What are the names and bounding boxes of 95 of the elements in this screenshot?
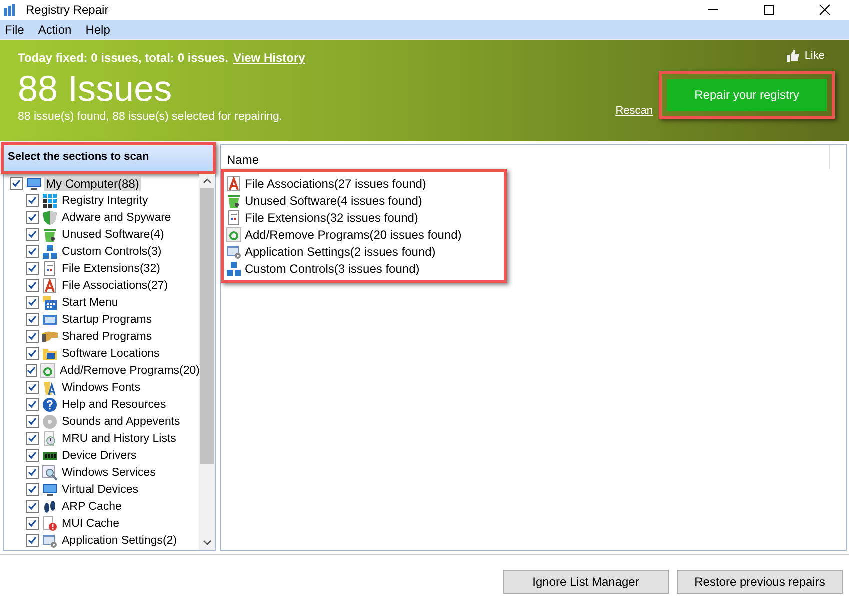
grid-icon xyxy=(42,192,58,208)
checkbox[interactable] xyxy=(26,415,39,428)
checkbox[interactable] xyxy=(26,483,39,496)
tree-item[interactable]: Windows Services xyxy=(60,466,158,478)
tree-item[interactable]: Shared Programs xyxy=(60,330,154,342)
bin-icon xyxy=(226,192,242,208)
settings-window-icon xyxy=(226,244,242,260)
checkbox[interactable] xyxy=(26,313,39,326)
checkbox[interactable] xyxy=(26,449,39,462)
menu-item[interactable]: File xyxy=(5,22,24,36)
result-item[interactable]: File Extensions(32 issues found) xyxy=(243,210,420,224)
checkbox[interactable] xyxy=(10,177,23,190)
footer-button[interactable]: Restore previous repairs xyxy=(677,570,843,594)
window-title: Registry Repair xyxy=(26,3,109,17)
tree-item[interactable]: MUI Cache xyxy=(60,518,122,530)
result-item[interactable]: File Associations(27 issues found) xyxy=(243,176,428,190)
column-header[interactable]: Name xyxy=(227,153,260,167)
tree-item[interactable]: Startup Programs xyxy=(60,314,154,326)
tree-item[interactable]: Adware and Spyware xyxy=(60,212,174,224)
tree-item[interactable]: Software Locations xyxy=(60,348,162,360)
page-icon xyxy=(42,260,58,276)
tree-item[interactable]: MRU and History Lists xyxy=(60,432,178,444)
issues-count: 88 Issues xyxy=(18,67,174,111)
tree-item[interactable]: File Associations(27) xyxy=(60,280,170,292)
footer-button[interactable]: Ignore List Manager xyxy=(503,570,669,594)
checkbox[interactable] xyxy=(26,262,39,275)
tree-item[interactable]: Application Settings(2) xyxy=(60,534,180,546)
stopwatch-icon xyxy=(42,430,58,446)
checkbox[interactable] xyxy=(26,466,39,479)
settings-window-icon xyxy=(42,532,58,548)
recycle-icon xyxy=(226,226,242,242)
checkbox[interactable] xyxy=(26,500,39,513)
tree-item[interactable]: Registry Integrity xyxy=(60,194,150,206)
blocks-icon xyxy=(226,260,242,276)
blocks-icon xyxy=(42,244,58,260)
disc-icon xyxy=(42,414,58,430)
magnifier-icon xyxy=(42,464,58,480)
maximize-icon[interactable] xyxy=(763,4,775,16)
footprints-icon xyxy=(42,498,58,514)
checkbox[interactable] xyxy=(26,279,39,292)
result-item[interactable]: Application Settings(2 issues found) xyxy=(243,244,438,258)
thumbs-up-icon xyxy=(786,50,800,62)
app-icon xyxy=(4,4,18,16)
sections-heading: Select the sections to scan xyxy=(4,145,213,171)
monitor-icon xyxy=(26,176,42,192)
checkbox[interactable] xyxy=(26,381,39,394)
checkbox[interactable] xyxy=(26,364,37,377)
checkbox[interactable] xyxy=(26,228,39,241)
tree-item[interactable]: File Extensions(32) xyxy=(60,262,162,274)
checkbox[interactable] xyxy=(26,517,39,530)
tree-item[interactable]: Sounds and Appevents xyxy=(60,416,182,428)
tree-item[interactable]: Windows Fonts xyxy=(60,382,143,394)
help-icon xyxy=(42,396,58,412)
result-item[interactable]: Unused Software(4 issues found) xyxy=(243,194,424,208)
scrollbar[interactable] xyxy=(199,174,215,550)
tree-item[interactable]: Virtual Devices xyxy=(60,484,140,496)
tree-item[interactable]: Help and Resources xyxy=(60,398,168,410)
scroll-up-icon[interactable] xyxy=(202,178,212,184)
like-button[interactable]: Like xyxy=(786,50,825,62)
close-icon[interactable] xyxy=(819,4,831,16)
bin-icon xyxy=(42,226,58,242)
tree-item[interactable]: Start Menu xyxy=(60,296,120,308)
rescan-link[interactable]: Rescan xyxy=(616,105,653,117)
font-icon xyxy=(42,380,58,396)
recycle-icon xyxy=(40,362,56,378)
result-item[interactable]: Custom Controls(3 issues found) xyxy=(243,262,422,276)
today-summary: Today fixed: 0 issues, total: 0 issues. xyxy=(18,51,229,65)
menu-item[interactable]: Action xyxy=(38,22,72,36)
checkbox[interactable] xyxy=(26,245,39,258)
checkbox[interactable] xyxy=(26,330,39,343)
tree-item[interactable]: Add/Remove Programs(20) xyxy=(58,364,199,376)
page-icon xyxy=(226,210,242,226)
tree-item[interactable]: My Computer(88) xyxy=(44,176,142,190)
checkbox[interactable] xyxy=(26,534,39,547)
checkbox[interactable] xyxy=(26,211,39,224)
scrollbar-thumb[interactable] xyxy=(200,188,214,464)
checkbox[interactable] xyxy=(26,347,39,360)
checkbox[interactable] xyxy=(26,296,39,309)
checkbox[interactable] xyxy=(26,398,39,411)
menu-item[interactable]: Help xyxy=(86,22,110,36)
scroll-down-icon[interactable] xyxy=(202,540,212,546)
shield-icon xyxy=(42,210,58,226)
warning-page-icon xyxy=(42,516,58,532)
result-item[interactable]: Add/Remove Programs(20 issues found) xyxy=(243,228,464,242)
tree-item[interactable]: Device Drivers xyxy=(60,450,139,462)
letter-icon xyxy=(42,278,58,294)
tree-item[interactable]: Unused Software(4) xyxy=(60,228,166,240)
tree-item[interactable]: ARP Cache xyxy=(60,500,124,512)
checkbox[interactable] xyxy=(26,194,39,207)
calendar-icon xyxy=(42,294,58,310)
checkbox[interactable] xyxy=(26,432,39,445)
letter-icon xyxy=(226,176,242,192)
monitor-icon xyxy=(42,482,58,498)
tree-item[interactable]: Custom Controls(3) xyxy=(60,246,164,258)
issues-summary: 88 issue(s) found, 88 issue(s) selected for repairing. xyxy=(18,111,284,123)
